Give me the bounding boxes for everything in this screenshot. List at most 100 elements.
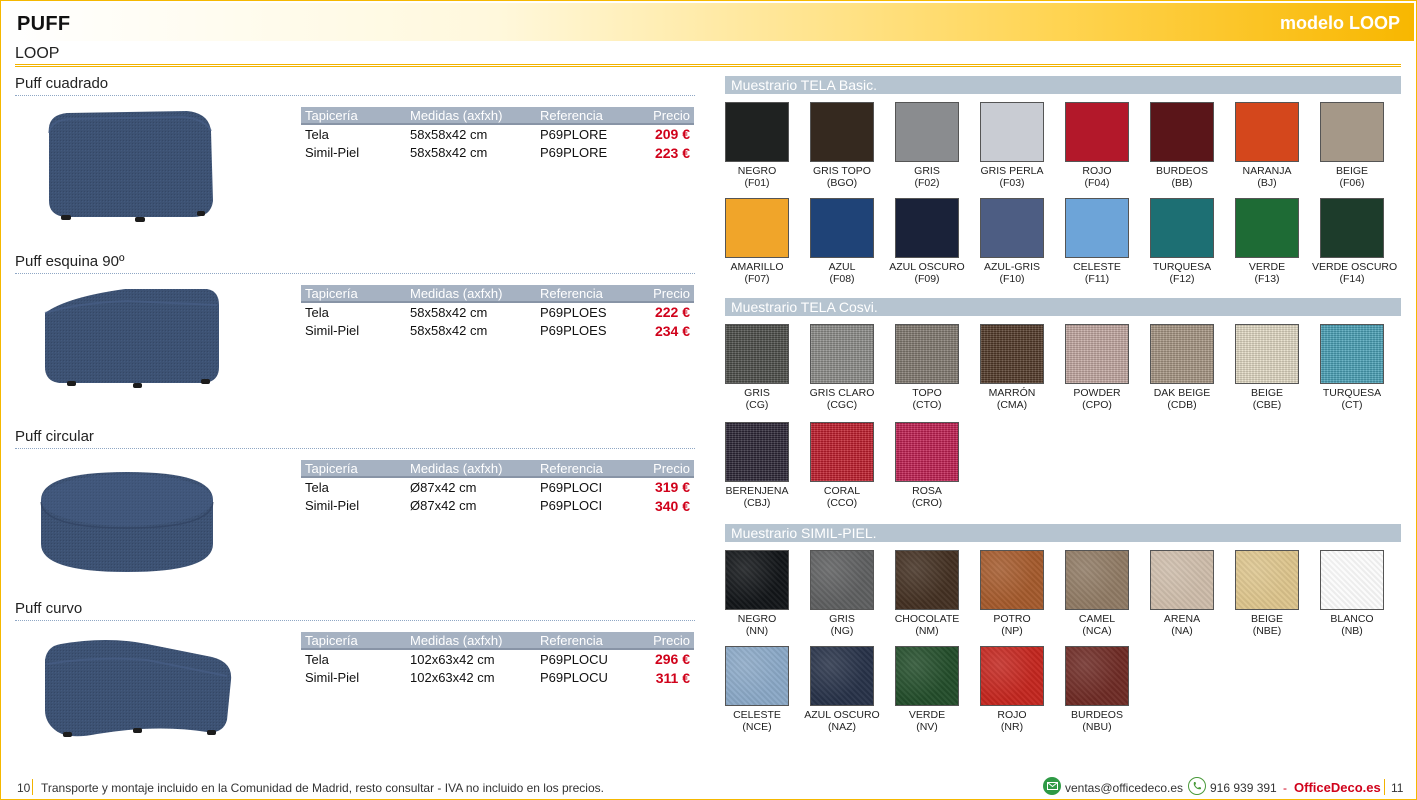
color-swatch: POWDER (CPO): [1057, 324, 1137, 411]
swatch-name: GRIS PERLA: [980, 165, 1044, 177]
swatch-code: (BB): [1171, 177, 1193, 189]
swatch-code: (NP): [1001, 625, 1023, 637]
cell-medidas: 58x58x42 cm: [410, 145, 488, 160]
swatch-name: ARENA: [1163, 613, 1201, 625]
header-precio: Precio: [636, 107, 694, 124]
swatch-chip: [1235, 198, 1299, 258]
cell-tapiceria: Simil-Piel: [305, 323, 360, 338]
swatch-chip: [725, 102, 789, 162]
swatch-code: (CPO): [1082, 399, 1112, 411]
swatch-code: (NBU): [1082, 721, 1112, 733]
swatch-code: (F06): [1339, 177, 1365, 189]
swatch-chip: [1320, 550, 1384, 610]
swatch-chip: [1150, 324, 1214, 384]
swatch-name: CELESTE: [733, 709, 781, 721]
cell-precio: 222 €: [636, 301, 694, 321]
color-swatch: ROJO (F04): [1057, 102, 1137, 189]
swatch-code: (NN): [745, 625, 769, 637]
swatch-name: NEGRO: [737, 165, 777, 177]
header-tapiceria: Tapicería: [301, 632, 406, 649]
cell-medidas: Ø87x42 cm: [410, 498, 477, 513]
price-table: Tapicería Medidas (axfxh) Referencia Pre…: [301, 285, 694, 340]
cell-precio: 319 €: [636, 476, 694, 496]
swatch-chip: [1235, 102, 1299, 162]
cell-precio: 223 €: [654, 144, 690, 161]
swatch-code: (NM): [915, 625, 939, 637]
swatch-code: (CDB): [1167, 399, 1197, 411]
header-tapiceria: Tapicería: [301, 107, 406, 124]
swatch-name: ROJO: [1082, 165, 1112, 177]
cell-tapiceria: Simil-Piel: [305, 145, 360, 160]
color-swatch: CELESTE (F11): [1057, 198, 1137, 285]
swatch-name: CHOCOLATE: [894, 613, 960, 625]
color-swatch: VERDE (NV): [887, 646, 967, 733]
swatch-code: (NCE): [742, 721, 772, 733]
cell-referencia: P69PLOES: [536, 301, 636, 321]
catalog-page: PUFF modelo LOOP LOOP Puff cuadrado Tapi…: [0, 0, 1417, 800]
swatch-chip: [725, 550, 789, 610]
color-swatch: AZUL (F08): [802, 198, 882, 285]
cell-referencia: P69PLOCU: [536, 648, 636, 668]
swatch-chip: [980, 550, 1044, 610]
swatch-name: BEIGE: [1250, 387, 1284, 399]
cell-precio: 340 €: [654, 497, 690, 514]
swatch-code: (CBJ): [743, 497, 771, 509]
email-link[interactable]: ventas@officedeco.es: [1065, 781, 1183, 795]
table-row: Tela 102x63x42 cm P69PLOCU 296 €: [301, 648, 694, 668]
swatch-chip: [725, 646, 789, 706]
cell-referencia: P69PLOCI: [536, 476, 636, 496]
color-swatch: BEIGE (NBE): [1227, 550, 1307, 637]
swatch-code: (F08): [829, 273, 855, 285]
swatch-code: (F01): [744, 177, 770, 189]
swatch-name: AZUL: [828, 261, 856, 273]
header-medidas: Medidas (axfxh): [406, 460, 536, 477]
product-name: Puff circular: [15, 428, 94, 445]
color-swatch: CAMEL (NCA): [1057, 550, 1137, 637]
phone-number[interactable]: 916 939 391: [1210, 781, 1277, 795]
swatch-chip: [810, 550, 874, 610]
subtitle-divider: [15, 64, 1401, 67]
swatch-name: BURDEOS: [1156, 165, 1208, 177]
website-link[interactable]: OfficeDeco.es: [1294, 780, 1381, 795]
footer-note: Transporte y montaje incluido en la Comu…: [41, 781, 604, 795]
table-row: Tela Ø87x42 cm P69PLOCI 319 €: [301, 476, 694, 496]
table-header-row: Tapicería Medidas (axfxh) Referencia Pre…: [301, 107, 694, 124]
color-swatch: BLANCO (NB): [1312, 550, 1392, 637]
color-swatch: BERENJENA (CBJ): [717, 422, 797, 509]
swatch-code: (F13): [1254, 273, 1280, 285]
footer-divider: [32, 779, 33, 795]
swatch-name: AZUL OSCURO: [804, 709, 880, 721]
swatch-chip: [1150, 550, 1214, 610]
swatch-name: ROSA: [912, 485, 942, 497]
color-swatch: BURDEOS (BB): [1142, 102, 1222, 189]
color-swatch: BEIGE (F06): [1312, 102, 1392, 189]
swatch-chip: [895, 550, 959, 610]
product-name: Puff curvo: [15, 600, 83, 617]
swatch-name: DAK BEIGE: [1153, 387, 1211, 399]
color-swatch: CELESTE (NCE): [717, 646, 797, 733]
header-referencia: Referencia: [536, 285, 636, 302]
color-swatch: GRIS CLARO (CGC): [802, 324, 882, 411]
swatch-chip: [1320, 198, 1384, 258]
cell-referencia: P69PLOES: [540, 323, 607, 338]
swatch-name: TOPO: [912, 387, 942, 399]
swatch-name: BEIGE: [1250, 613, 1284, 625]
product-image: [37, 105, 217, 230]
product-divider: [15, 448, 695, 449]
swatch-code: (F10): [999, 273, 1025, 285]
color-swatch: BURDEOS (NBU): [1057, 646, 1137, 733]
swatch-chip: [725, 422, 789, 482]
product-square: Puff cuadrado Tapicería Medidas (axfxh) …: [15, 75, 695, 245]
header-precio: Precio: [636, 460, 694, 477]
swatch-name: GRIS CLARO: [809, 387, 875, 399]
swatch-chip: [1150, 198, 1214, 258]
cell-tapiceria: Tela: [301, 648, 406, 668]
cell-tapiceria: Simil-Piel: [305, 498, 360, 513]
swatch-code: (NCA): [1082, 625, 1112, 637]
product-divider: [15, 620, 695, 621]
swatch-code: (BGO): [826, 177, 858, 189]
product-corner: Puff esquina 90º Tapicería Medidas (axfx…: [15, 253, 695, 423]
swatch-chip: [1065, 324, 1129, 384]
swatch-chip: [980, 646, 1044, 706]
swatch-name: AMARILLO: [730, 261, 784, 273]
